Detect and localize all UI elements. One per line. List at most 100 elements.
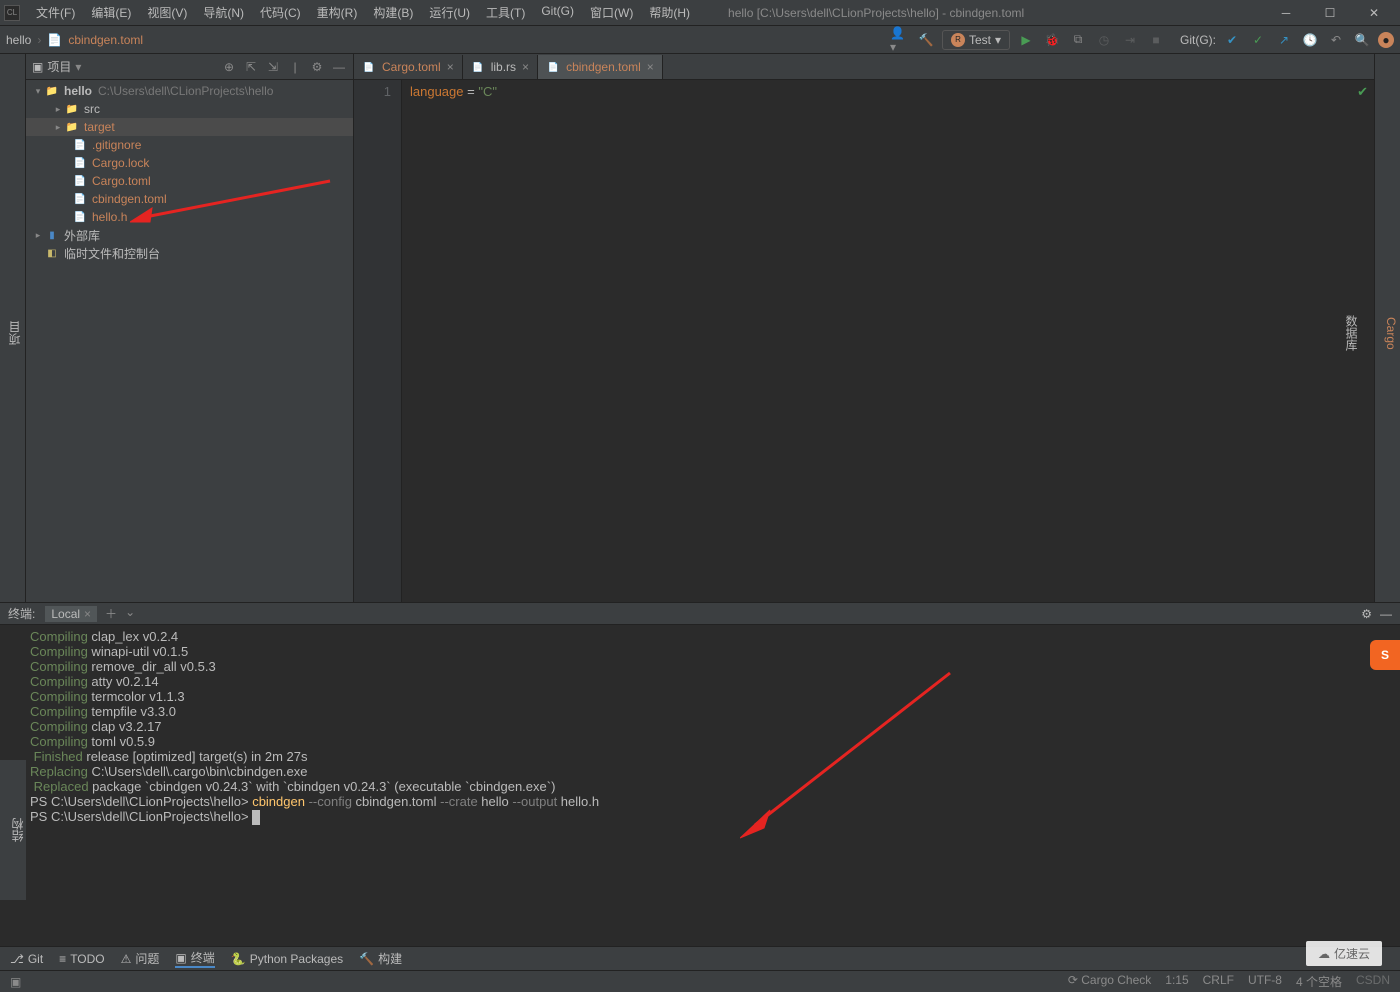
maximize-button[interactable]: ☐: [1308, 1, 1352, 25]
nav-toolbar: hello › 📄 cbindgen.toml 👤▾ 🔨 R Test ▾ ▶ …: [0, 26, 1400, 54]
menu-refactor[interactable]: 重构(R): [309, 0, 366, 25]
window-title: hello [C:\Users\dell\CLionProjects\hello…: [728, 6, 1024, 20]
menu-window[interactable]: 窗口(W): [582, 0, 641, 25]
csdn-watermark: CSDN: [1356, 973, 1390, 990]
menu-git[interactable]: Git(G): [533, 0, 582, 25]
hammer-icon[interactable]: 🔨: [916, 30, 936, 50]
menu-view[interactable]: 视图(V): [139, 0, 195, 25]
tree-cargotoml[interactable]: 📄Cargo.toml: [26, 172, 353, 190]
left-tab-structure[interactable]: 结构: [9, 818, 26, 842]
project-tree[interactable]: ▾ 📁 hello C:\Users\dell\CLionProjects\he…: [26, 80, 353, 602]
vcs-update-icon[interactable]: ✔: [1222, 30, 1242, 50]
file-encoding[interactable]: UTF-8: [1248, 973, 1282, 990]
vcs-history-icon[interactable]: 🕓: [1300, 30, 1320, 50]
tree-hello-h[interactable]: 📄hello.h: [26, 208, 353, 226]
tree-target[interactable]: ▸📁target: [26, 118, 353, 136]
locate-icon[interactable]: ⊕: [221, 60, 237, 74]
collapse-icon[interactable]: ⇲: [265, 60, 281, 74]
close-icon[interactable]: ×: [447, 60, 454, 74]
chevron-down-icon[interactable]: ▾: [75, 60, 81, 74]
left-tab-project[interactable]: 项目: [4, 315, 25, 351]
line-separator[interactable]: CRLF: [1203, 973, 1234, 990]
toolwin-build[interactable]: 🔨构建: [359, 949, 402, 968]
project-panel-title[interactable]: 项目: [47, 58, 71, 75]
toolwin-git[interactable]: ⎇Git: [10, 949, 43, 968]
expand-icon[interactable]: ⇱: [243, 60, 259, 74]
user-icon[interactable]: 👤▾: [890, 30, 910, 50]
chevron-right-icon[interactable]: ▸: [52, 122, 64, 133]
toolwin-terminal[interactable]: ▣终端: [175, 949, 214, 968]
terminal-output[interactable]: Compiling clap_lex v0.2.4Compiling winap…: [0, 625, 1400, 893]
vcs-push-icon[interactable]: ↗: [1274, 30, 1294, 50]
chevron-down-icon[interactable]: ⌄: [125, 605, 135, 622]
close-icon[interactable]: ×: [647, 60, 654, 74]
toml-file-icon: 📄: [546, 60, 560, 74]
code-editor[interactable]: language = "C" ✔: [402, 80, 1374, 602]
folder-icon: 📁: [44, 86, 60, 97]
menu-file[interactable]: 文件(F): [28, 0, 83, 25]
terminal-panel: 终端: Local× ＋ ⌄ ⚙ — Compiling clap_lex v0…: [0, 602, 1400, 893]
chevron-right-icon[interactable]: ▸: [32, 230, 44, 241]
search-icon[interactable]: 🔍: [1352, 30, 1372, 50]
menu-edit[interactable]: 编辑(E): [83, 0, 139, 25]
close-icon[interactable]: ×: [522, 60, 529, 74]
run-config-dropdown[interactable]: R Test ▾: [942, 30, 1010, 50]
ide-update-icon[interactable]: ●: [1378, 32, 1394, 48]
hide-icon[interactable]: —: [331, 60, 347, 74]
tab-cbindgen-toml[interactable]: 📄cbindgen.toml×: [538, 55, 663, 79]
crumb-project[interactable]: hello: [6, 33, 31, 47]
chevron-down-icon[interactable]: ▾: [32, 86, 44, 97]
tree-scratch[interactable]: ◧临时文件和控制台: [26, 244, 353, 262]
vcs-rollback-icon[interactable]: ↶: [1326, 30, 1346, 50]
menu-build[interactable]: 构建(B): [365, 0, 421, 25]
gear-icon[interactable]: ⚙: [309, 60, 325, 74]
crumb-sep-icon: ›: [37, 33, 41, 47]
toolwin-problems[interactable]: ⚠问题: [121, 949, 160, 968]
tree-src[interactable]: ▸📁src: [26, 100, 353, 118]
cursor-position[interactable]: 1:15: [1165, 973, 1188, 990]
tree-cbindgen[interactable]: 📄cbindgen.toml: [26, 190, 353, 208]
tree-root-path: C:\Users\dell\CLionProjects\hello: [98, 84, 273, 98]
vcs-commit-icon[interactable]: ✓: [1248, 30, 1268, 50]
close-button[interactable]: ✕: [1352, 1, 1396, 25]
close-icon[interactable]: ×: [84, 607, 91, 621]
toolwindows-icon[interactable]: ▣: [10, 975, 21, 989]
toolwin-todo[interactable]: ≡TODO: [59, 949, 104, 968]
right-tab-cargo[interactable]: Cargo: [1382, 311, 1400, 356]
tree-cargolock[interactable]: 📄Cargo.lock: [26, 154, 353, 172]
stop-button[interactable]: ■: [1146, 30, 1166, 50]
profile-button[interactable]: ◷: [1094, 30, 1114, 50]
menu-help[interactable]: 帮助(H): [641, 0, 698, 25]
run-button[interactable]: ▶: [1016, 30, 1036, 50]
tree-root[interactable]: ▾ 📁 hello C:\Users\dell\CLionProjects\he…: [26, 82, 353, 100]
breadcrumb: hello › 📄 cbindgen.toml: [6, 33, 143, 47]
line-gutter[interactable]: 1: [354, 80, 402, 602]
tab-cargo-toml[interactable]: 📄Cargo.toml×: [354, 55, 463, 79]
terminal-tab-local[interactable]: Local×: [45, 606, 97, 622]
folder-icon: 📁: [64, 104, 80, 115]
hide-icon[interactable]: —: [1380, 607, 1392, 621]
project-view-icon: ▣: [32, 60, 43, 74]
left-tool-strip: 项目 书签: [0, 54, 26, 602]
left-tool-strip-bottom: 结构 收藏夹: [0, 760, 26, 900]
menu-run[interactable]: 运行(U): [421, 0, 478, 25]
analysis-ok-icon[interactable]: ✔: [1357, 84, 1368, 100]
new-tab-icon[interactable]: ＋: [105, 605, 117, 622]
chevron-right-icon[interactable]: ▸: [52, 104, 64, 115]
tree-gitignore[interactable]: 📄.gitignore: [26, 136, 353, 154]
menu-code[interactable]: 代码(C): [252, 0, 309, 25]
tab-lib-rs[interactable]: 📄lib.rs×: [463, 55, 538, 79]
tree-ext-lib[interactable]: ▸▮外部库: [26, 226, 353, 244]
minimize-button[interactable]: ─: [1264, 1, 1308, 25]
coverage-button[interactable]: ⧉: [1068, 30, 1088, 50]
cargo-check-status[interactable]: ⟳ Cargo Check: [1068, 973, 1151, 990]
debug-button[interactable]: 🐞: [1042, 30, 1062, 50]
attach-button[interactable]: ⇥: [1120, 30, 1140, 50]
menu-tools[interactable]: 工具(T): [478, 0, 533, 25]
indent-status[interactable]: 4 个空格: [1296, 973, 1342, 990]
crumb-file[interactable]: cbindgen.toml: [68, 33, 143, 47]
gear-icon[interactable]: ⚙: [1361, 607, 1372, 621]
menu-nav[interactable]: 导航(N): [195, 0, 252, 25]
toolwin-python[interactable]: 🐍Python Packages: [231, 949, 343, 968]
ime-indicator[interactable]: S: [1370, 640, 1400, 670]
